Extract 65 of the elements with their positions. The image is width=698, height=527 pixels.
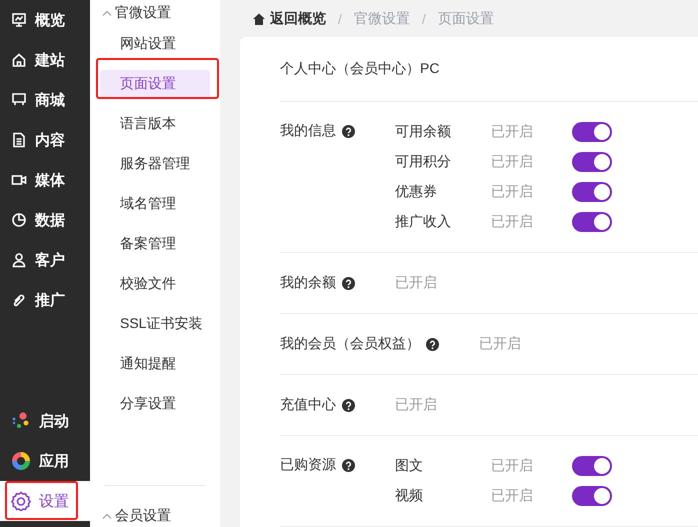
section-title: 个人中心（会员中心）PC <box>280 60 440 78</box>
group-header[interactable]: 官微设置 <box>100 2 210 24</box>
status-text: 已开启 <box>491 183 534 201</box>
nav-item[interactable]: 媒体 <box>0 160 90 200</box>
toggle-switch[interactable] <box>572 182 612 202</box>
menu-item[interactable]: 备案管理 <box>100 224 210 264</box>
status-text: 已开启 <box>491 487 534 505</box>
caret-icon <box>102 8 112 17</box>
toggle-switch[interactable] <box>572 212 612 232</box>
menu-item[interactable]: 通知提醒 <box>100 344 210 384</box>
status-text: 已开启 <box>491 123 534 141</box>
setting-label: 充值中心 <box>280 396 336 414</box>
nav-item[interactable]: 建站 <box>0 40 90 80</box>
settings-icon <box>11 491 31 511</box>
document-icon <box>11 132 27 148</box>
breadcrumb-separator: / <box>338 10 342 26</box>
nav-item[interactable]: 客户 <box>0 240 90 280</box>
nav-item[interactable]: 应用 <box>0 441 90 481</box>
option-label: 优惠券 <box>395 183 438 201</box>
home-icon <box>11 52 27 68</box>
option-label: 可用余额 <box>395 123 452 141</box>
status-text: 已开启 <box>491 153 534 171</box>
toggle-switch[interactable] <box>572 456 612 476</box>
ring-icon <box>11 451 31 471</box>
setting-label: 已购资源 <box>280 456 336 474</box>
option-label: 推广收入 <box>395 213 452 231</box>
toggle-switch[interactable] <box>572 122 612 142</box>
nav-item[interactable]: 启动 <box>0 401 90 441</box>
nav-item[interactable]: 商城 <box>0 80 90 120</box>
chart-icon <box>11 12 27 28</box>
menu-item[interactable]: 服务器管理 <box>100 144 210 184</box>
nav-item[interactable]: 数据 <box>0 200 90 240</box>
menu-item[interactable]: 分享设置 <box>100 384 210 424</box>
option-label: 可用积分 <box>395 153 452 171</box>
option-label: 视频 <box>395 487 424 505</box>
menu-item[interactable]: 网站设置 <box>100 24 210 64</box>
pie-chart-icon <box>11 212 27 228</box>
nav-item[interactable]: 推广 <box>0 280 90 320</box>
toggle-switch[interactable] <box>572 486 612 506</box>
option-label: 图文 <box>395 457 424 475</box>
menu-item[interactable]: 校验文件 <box>100 264 210 304</box>
status-text: 已开启 <box>491 457 534 475</box>
menu-item[interactable]: 页面设置 <box>100 70 210 98</box>
home-icon <box>252 12 266 26</box>
breadcrumb-separator: / <box>422 10 426 26</box>
group-header[interactable]: 会员设置 <box>100 505 210 527</box>
user-icon <box>11 252 27 268</box>
toggle-switch[interactable] <box>572 152 612 172</box>
nav-item[interactable]: 内容 <box>0 120 90 160</box>
menu-item[interactable]: 域名管理 <box>100 184 210 224</box>
setting-label: 我的信息 <box>280 122 336 140</box>
camera-icon <box>11 172 27 188</box>
status-text: 已开启 <box>479 335 521 353</box>
menu-item[interactable]: 语言版本 <box>100 104 210 144</box>
nav-item[interactable]: 概览 <box>0 0 90 40</box>
menu-item[interactable]: SSL证书安装 <box>100 304 210 344</box>
setting-label: 我的会员（会员权益） <box>280 335 420 353</box>
breadcrumb-link[interactable]: 返回概览 <box>270 10 326 28</box>
status-text: 已开启 <box>491 213 534 231</box>
setting-label: 我的余额 <box>280 274 336 292</box>
dots-icon <box>11 411 31 431</box>
status-text: 已开启 <box>395 274 437 292</box>
caret-icon <box>102 512 112 520</box>
paperclip-icon <box>11 292 27 308</box>
status-text: 已开启 <box>395 396 437 414</box>
